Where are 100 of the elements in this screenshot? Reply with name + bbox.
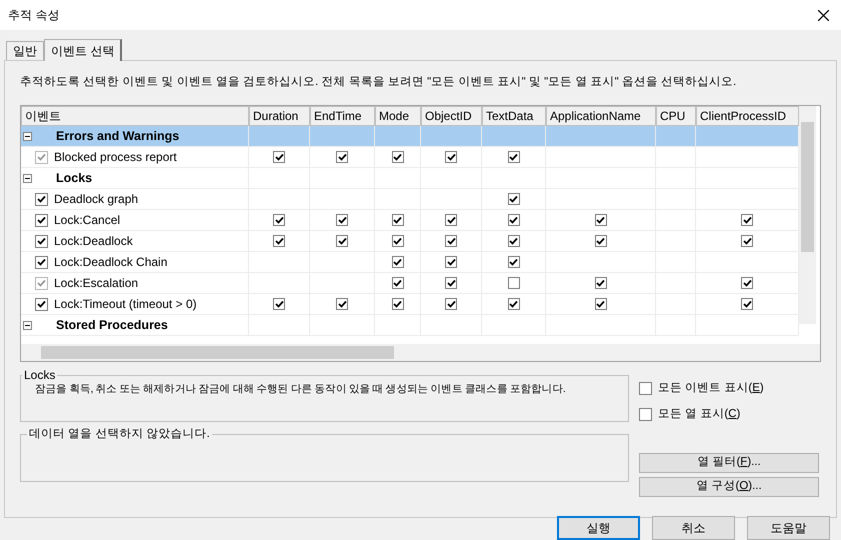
event-description: 잠금을 획득, 취소 또는 해제하거나 잠금에 대해 수행된 다른 동작이 있을 때 생성되는 이벤트 클래스를 포함합니다. — [35, 382, 566, 398]
check-icon — [596, 300, 605, 308]
checkbox[interactable] — [392, 256, 404, 268]
check-icon — [338, 153, 346, 162]
check-icon — [393, 216, 402, 224]
check-icon — [393, 237, 402, 246]
checkbox[interactable] — [273, 298, 285, 310]
checkbox[interactable] — [445, 256, 457, 268]
event-label: Lock:Deadlock — [54, 233, 133, 250]
check-icon — [393, 153, 402, 162]
category-label: Locks — [56, 170, 92, 187]
checkbox[interactable] — [508, 214, 520, 226]
column-header[interactable]: Duration — [249, 106, 310, 126]
vertical-scrollbar[interactable] — [799, 106, 816, 324]
column-button[interactable]: 열 구성(O)... — [639, 476, 819, 497]
check-icon — [37, 258, 46, 266]
column-header[interactable]: ObjectID — [421, 106, 482, 126]
column-header[interactable]: 이벤트 — [21, 106, 249, 126]
check-icon — [596, 237, 605, 246]
collapse-icon[interactable] — [23, 132, 32, 141]
checkbox[interactable] — [741, 235, 753, 248]
check-icon — [37, 237, 46, 246]
check-icon — [37, 300, 46, 308]
check-icon — [274, 216, 284, 224]
column-header[interactable]: TextData — [482, 106, 546, 126]
checkbox[interactable] — [508, 298, 520, 310]
checkbox[interactable] — [741, 214, 753, 226]
check-icon — [742, 237, 752, 246]
selected-row[interactable]: Errors and Warnings — [21, 126, 799, 148]
column-header[interactable]: Mode — [375, 106, 421, 126]
checkbox[interactable] — [392, 298, 404, 310]
column-button[interactable]: 열 필터(F)... — [639, 452, 819, 473]
checkbox[interactable] — [594, 235, 606, 248]
category-label: Errors and Warnings — [56, 128, 180, 145]
check-icon — [37, 216, 46, 224]
check-icon — [393, 279, 402, 288]
checkbox[interactable] — [336, 235, 348, 248]
checkbox[interactable] — [273, 214, 285, 226]
checkbox[interactable] — [594, 214, 606, 226]
column-header[interactable]: ApplicationName — [546, 106, 656, 126]
check-icon — [509, 195, 518, 204]
checkbox[interactable] — [35, 298, 48, 311]
check-icon — [338, 237, 346, 246]
checkbox[interactable] — [508, 193, 520, 206]
checkbox[interactable] — [508, 235, 520, 248]
check-icon — [393, 258, 402, 266]
checkbox[interactable] — [273, 235, 285, 248]
checkbox[interactable] — [35, 214, 48, 227]
check-icon — [742, 279, 752, 288]
checkbox[interactable] — [508, 256, 520, 268]
check-icon — [446, 258, 456, 266]
option-label: 모든 열 표시(C) — [658, 406, 740, 422]
checkbox[interactable] — [594, 298, 606, 310]
checkbox[interactable] — [392, 235, 404, 248]
checkbox[interactable] — [445, 235, 457, 248]
checkbox[interactable] — [445, 298, 457, 310]
check-icon — [37, 279, 46, 288]
checkbox[interactable] — [741, 298, 753, 310]
column-header[interactable]: EndTime — [310, 106, 375, 126]
checkbox[interactable] — [336, 298, 348, 310]
check-icon — [446, 300, 456, 308]
checkbox[interactable] — [35, 234, 48, 248]
checkbox[interactable] — [336, 214, 348, 226]
event-label: Lock:Timeout (timeout > 0) — [54, 296, 197, 314]
event-label: Deadlock graph — [54, 191, 138, 208]
checkbox[interactable] — [35, 192, 48, 206]
tab[interactable]: 이벤트 선택 — [44, 39, 122, 61]
column-header[interactable]: CPU — [656, 106, 696, 126]
description-text: 추적하도록 선택한 이벤트 및 이벤트 열을 검토하십시오. 전체 목록을 보려면 "모든 이벤트 표시" 및 "모든 열 표시" 옵션을 선택하십시오. — [20, 75, 738, 90]
checkbox[interactable] — [392, 214, 404, 226]
check-icon — [446, 279, 456, 288]
check-icon — [509, 237, 518, 246]
horizontal-scrollbar[interactable] — [21, 344, 820, 362]
dialog-button[interactable]: 도움말 — [747, 516, 830, 540]
check-icon — [742, 300, 752, 308]
checkbox[interactable] — [639, 382, 652, 396]
group-title: 데이터 열을 선택하지 않았습니다. — [28, 427, 211, 442]
column-header[interactable]: ClientProcessID — [696, 106, 799, 126]
category-label: Stored Procedures — [56, 316, 168, 334]
check-icon — [446, 216, 456, 224]
check-icon — [509, 153, 518, 162]
tab[interactable]: 일반 — [6, 41, 44, 60]
collapse-icon[interactable] — [23, 320, 32, 330]
collapse-icon[interactable] — [23, 174, 32, 183]
event-label: Blocked process report — [54, 149, 177, 166]
check-icon — [274, 300, 284, 308]
dialog-button[interactable]: 실행 — [557, 516, 640, 540]
checkbox[interactable] — [35, 256, 48, 269]
check-icon — [596, 279, 605, 288]
dialog-button[interactable]: 취소 — [652, 516, 735, 540]
check-icon — [338, 216, 346, 224]
check-icon — [274, 153, 284, 162]
checkbox[interactable] — [445, 214, 457, 226]
checkbox[interactable] — [639, 408, 652, 421]
check-icon — [274, 237, 284, 246]
window-title: 추적 속성 — [8, 7, 60, 24]
check-icon — [509, 216, 518, 224]
event-label: Lock:Deadlock Chain — [54, 254, 168, 272]
check-icon — [393, 300, 402, 308]
close-icon[interactable] — [818, 10, 829, 20]
